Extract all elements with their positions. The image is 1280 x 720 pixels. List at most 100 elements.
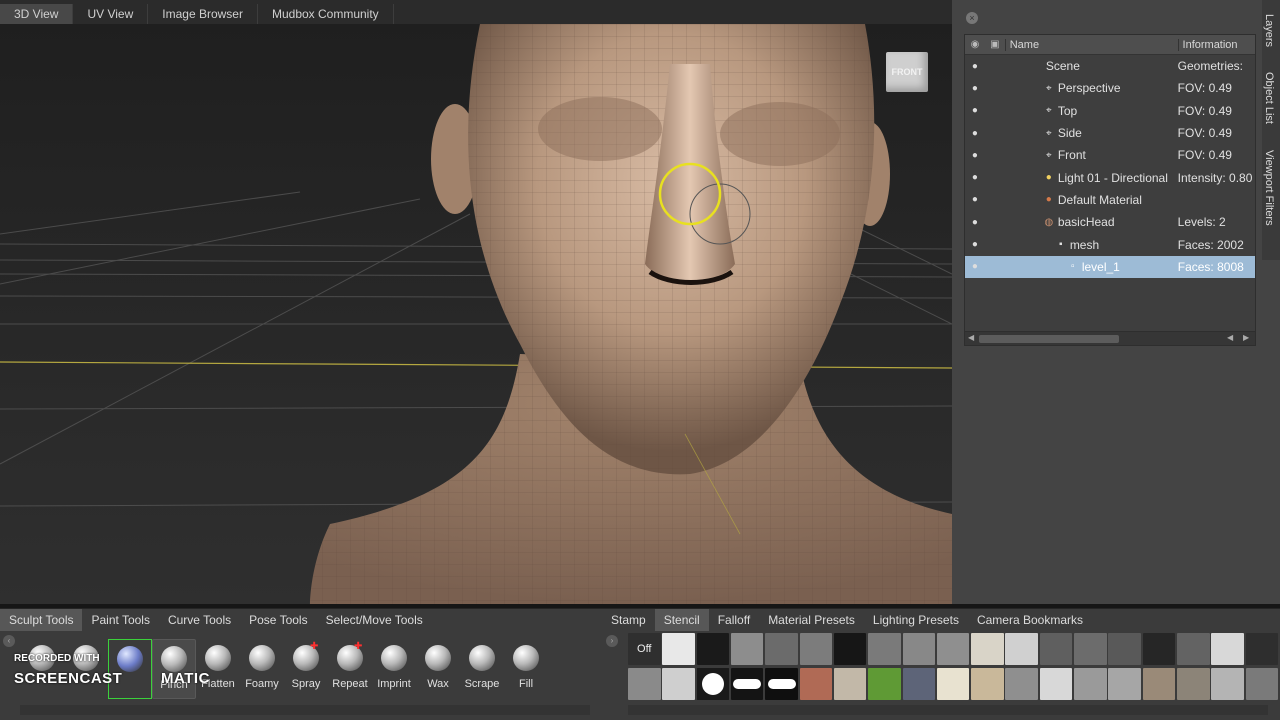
stencil-thumbnail[interactable] [1211, 668, 1244, 700]
object-list-row[interactable]: ● ⌖ Top FOV: 0.49 [965, 100, 1255, 122]
stencil-thumbnail[interactable] [696, 668, 730, 700]
stencil-thumbnail[interactable] [936, 668, 970, 700]
stencil-thumbnail[interactable] [1074, 668, 1107, 700]
stencil-thumbnail[interactable] [1142, 668, 1176, 700]
object-list-hscroll[interactable]: ◀ ◀ ▶ [965, 331, 1255, 345]
stencil-thumbnail[interactable] [1142, 633, 1176, 665]
stencil-thumbnail[interactable] [1039, 633, 1073, 665]
lock-icon[interactable]: ▣ [985, 39, 1005, 50]
tool-spray[interactable]: ✚ Spray [284, 639, 328, 699]
stencil-thumbnail[interactable] [833, 668, 867, 700]
stencil-thumbnail[interactable] [730, 668, 764, 700]
viewport-3d[interactable]: FRONT [0, 24, 952, 604]
view-cube[interactable]: FRONT [886, 52, 928, 92]
stencil-thumbnail[interactable] [1074, 633, 1107, 665]
object-list-row[interactable]: ● ⌖ Front FOV: 0.49 [965, 144, 1255, 166]
visibility-dot-icon[interactable]: ● [965, 128, 985, 139]
tab-stencil[interactable]: Stencil [654, 609, 709, 631]
stencil-thumbnail[interactable] [662, 633, 695, 665]
tab-curve-tools[interactable]: Curve Tools [159, 609, 240, 631]
tools-scrollbar[interactable] [20, 705, 590, 715]
stencil-thumbnail[interactable] [868, 668, 901, 700]
stencil-thumbnail[interactable] [765, 633, 798, 665]
stencil-thumbnail[interactable] [1108, 633, 1141, 665]
tab-mudbox-community[interactable]: Mudbox Community [258, 4, 394, 24]
tab-material-presets[interactable]: Material Presets [759, 609, 864, 631]
tab-falloff[interactable]: Falloff [709, 609, 759, 631]
stencil-thumbnail[interactable] [662, 668, 695, 700]
object-list-row[interactable]: ● ⌖ Perspective FOV: 0.49 [965, 77, 1255, 99]
tab-pose-tools[interactable]: Pose Tools [240, 609, 316, 631]
stencil-thumbnail[interactable] [833, 633, 867, 665]
stencil-thumbnail[interactable] [868, 633, 901, 665]
stencil-thumbnail[interactable] [1177, 668, 1210, 700]
object-list-row[interactable]: ● ◍ basicHead Levels: 2 [965, 211, 1255, 233]
stencil-thumbnail[interactable] [971, 668, 1004, 700]
object-list-row[interactable]: ● ● Default Material [965, 189, 1255, 211]
stencil-thumbnail[interactable] [971, 633, 1004, 665]
visibility-icon[interactable]: ◉ [965, 39, 985, 50]
stencil-thumbnail[interactable] [1245, 668, 1279, 700]
tab-sculpt-tools[interactable]: Sculpt Tools [0, 609, 83, 631]
tab-stamp[interactable]: Stamp [602, 609, 655, 631]
object-list-row[interactable]: ● ▪ mesh Faces: 2002 [965, 233, 1255, 255]
visibility-dot-icon[interactable]: ● [965, 172, 985, 183]
object-list-row[interactable]: ● ● Light 01 - Directional Intensity: 0.80 [965, 166, 1255, 188]
scroll-left-icon[interactable]: ◀ [1227, 333, 1233, 342]
stencil-thumbnail[interactable] [1245, 633, 1279, 665]
tab-uv-view[interactable]: UV View [73, 4, 149, 24]
tool-imprint[interactable]: Imprint [372, 639, 416, 699]
object-list-row[interactable]: ● Scene Geometries: [965, 55, 1255, 77]
scroll-left-icon[interactable]: ◀ [968, 333, 974, 342]
tool-scrape[interactable]: Scrape [460, 639, 504, 699]
side-tab-layers[interactable]: Layers [1263, 14, 1275, 47]
tab-3d-view[interactable]: 3D View [0, 4, 74, 24]
stencil-thumbnail[interactable] [1177, 633, 1210, 665]
stencil-thumbnail[interactable] [1005, 633, 1038, 665]
viewport-canvas[interactable] [0, 24, 952, 604]
tab-image-browser[interactable]: Image Browser [148, 4, 258, 24]
tool-wax[interactable]: Wax [416, 639, 460, 699]
stencil-thumbnail[interactable] [936, 633, 970, 665]
visibility-dot-icon[interactable]: ● [965, 217, 985, 228]
stencil-thumbnail[interactable] [799, 633, 833, 665]
visibility-dot-icon[interactable]: ● [965, 150, 985, 161]
tab-camera-bookmarks[interactable]: Camera Bookmarks [968, 609, 1092, 631]
object-list-row[interactable]: ● ▫ level_1 Faces: 8008 [965, 255, 1255, 278]
object-list-row[interactable]: ● ⌖ Side FOV: 0.49 [965, 122, 1255, 144]
visibility-dot-icon[interactable]: ● [965, 239, 985, 250]
tools-next-icon[interactable]: › [606, 635, 618, 647]
stencil-thumbnail[interactable] [1108, 668, 1141, 700]
tool-fill[interactable]: Fill [504, 639, 548, 699]
tab-lighting-presets[interactable]: Lighting Presets [864, 609, 968, 631]
visibility-dot-icon[interactable]: ● [965, 105, 985, 116]
visibility-dot-icon[interactable]: ● [965, 194, 985, 205]
visibility-dot-icon[interactable]: ● [965, 261, 985, 272]
name-column-header[interactable]: Name [1004, 38, 1178, 51]
scroll-right-icon[interactable]: ▶ [1243, 333, 1249, 342]
stencil-thumbnail[interactable] [730, 633, 764, 665]
stencil-scrollbar[interactable] [628, 705, 1268, 715]
stencil-thumbnail[interactable] [902, 633, 936, 665]
side-tab-viewport-filters[interactable]: Viewport Filters [1263, 150, 1275, 226]
stencil-thumbnail[interactable] [1005, 668, 1038, 700]
tools-prev-icon[interactable]: ‹ [3, 635, 15, 647]
tool-foamy[interactable]: Foamy [240, 639, 284, 699]
stencil-thumbnail[interactable] [628, 668, 661, 700]
info-column-header[interactable]: Information [1177, 38, 1255, 51]
stencil-thumbnail[interactable] [765, 668, 798, 700]
tab-paint-tools[interactable]: Paint Tools [82, 609, 158, 631]
stencil-thumbnail[interactable] [1039, 668, 1073, 700]
visibility-dot-icon[interactable]: ● [965, 61, 985, 72]
stencil-thumbnail[interactable] [696, 633, 730, 665]
visibility-dot-icon[interactable]: ● [965, 83, 985, 94]
stencil-off-button[interactable]: Off [628, 633, 661, 665]
tab-select-move-tools[interactable]: Select/Move Tools [317, 609, 432, 631]
panel-close-icon[interactable]: × [966, 12, 978, 24]
stencil-thumbnail[interactable] [799, 668, 833, 700]
stencil-thumbnail[interactable] [902, 668, 936, 700]
tool-repeat[interactable]: ✚ Repeat [328, 639, 372, 699]
stencil-thumbnail[interactable] [1211, 633, 1244, 665]
scroll-thumb[interactable] [979, 335, 1119, 343]
side-tab-object-list[interactable]: Object List [1263, 72, 1275, 124]
